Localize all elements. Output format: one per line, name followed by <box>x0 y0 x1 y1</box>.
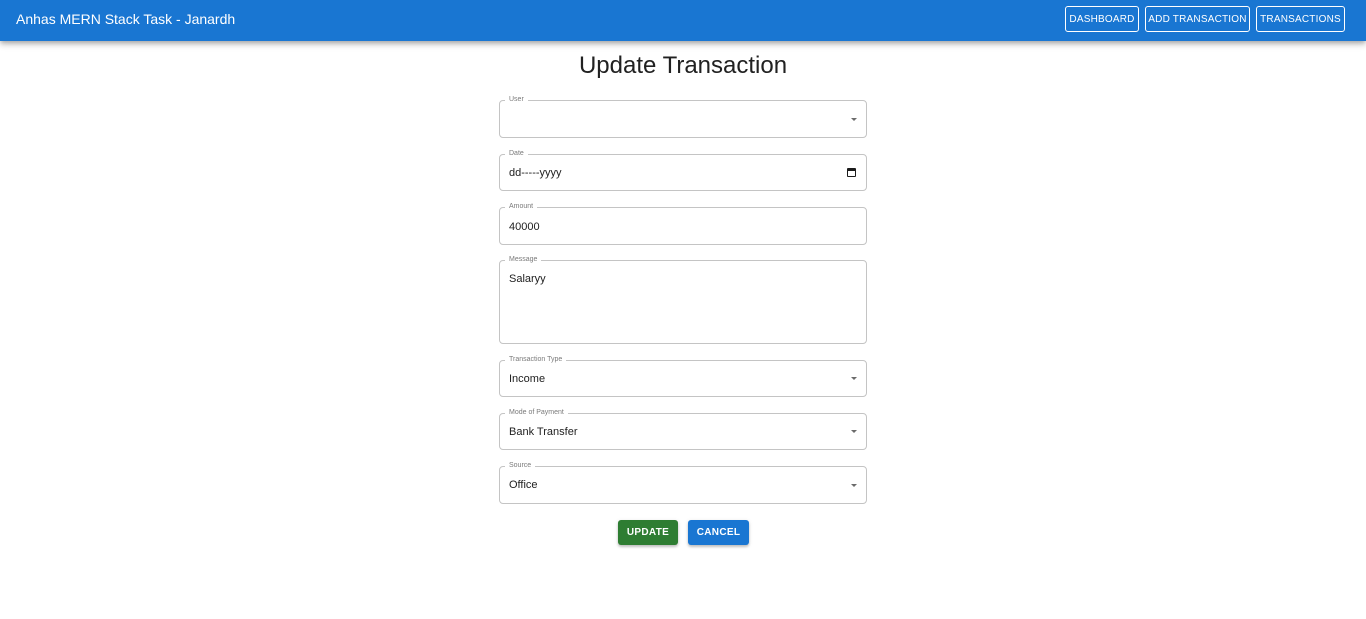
chevron-down-icon[interactable] <box>851 430 857 433</box>
user-select[interactable]: User <box>499 95 867 138</box>
message-textarea[interactable]: Message Salaryy <box>499 255 867 344</box>
source-select[interactable]: Source Office <box>499 461 867 504</box>
amount-field[interactable]: Amount 40000 <box>499 202 867 245</box>
update-button[interactable]: UPDATE <box>618 520 678 545</box>
amount-label: Amount <box>505 202 538 212</box>
chevron-down-icon[interactable] <box>851 118 857 121</box>
transaction-type-value: Income <box>509 373 546 385</box>
source-label: Source <box>505 461 536 471</box>
mode-of-payment-label: Mode of Payment <box>505 408 568 418</box>
chevron-down-icon[interactable] <box>851 484 857 487</box>
calendar-icon[interactable] <box>847 168 856 177</box>
page-title: Update Transaction <box>578 52 788 79</box>
source-value: Office <box>509 479 538 491</box>
nav-add-transaction-button[interactable]: ADD TRANSACTION <box>1145 6 1250 32</box>
date-value: dd-----yyyy <box>509 167 562 179</box>
message-label: Message <box>505 255 542 265</box>
nav-dashboard-button[interactable]: DASHBOARD <box>1065 6 1139 32</box>
app-bar: Anhas MERN Stack Task - Janardh DASHBOAR… <box>0 0 1366 41</box>
nav-transactions-button[interactable]: TRANSACTIONS <box>1256 6 1345 32</box>
cancel-button[interactable]: CANCEL <box>688 520 749 545</box>
chevron-down-icon[interactable] <box>851 377 857 380</box>
message-value: Salaryy <box>509 273 546 285</box>
transaction-type-select[interactable]: Transaction Type Income <box>499 355 867 397</box>
date-label: Date <box>505 149 528 159</box>
transaction-type-label: Transaction Type <box>505 355 567 365</box>
amount-value: 40000 <box>509 221 540 233</box>
mode-of-payment-select[interactable]: Mode of Payment Bank Transfer <box>499 408 867 450</box>
mode-of-payment-value: Bank Transfer <box>509 426 578 438</box>
user-label: User <box>505 95 528 105</box>
app-title: Anhas MERN Stack Task - Janardh <box>16 11 236 27</box>
date-field[interactable]: Date dd-----yyyy <box>499 149 867 191</box>
